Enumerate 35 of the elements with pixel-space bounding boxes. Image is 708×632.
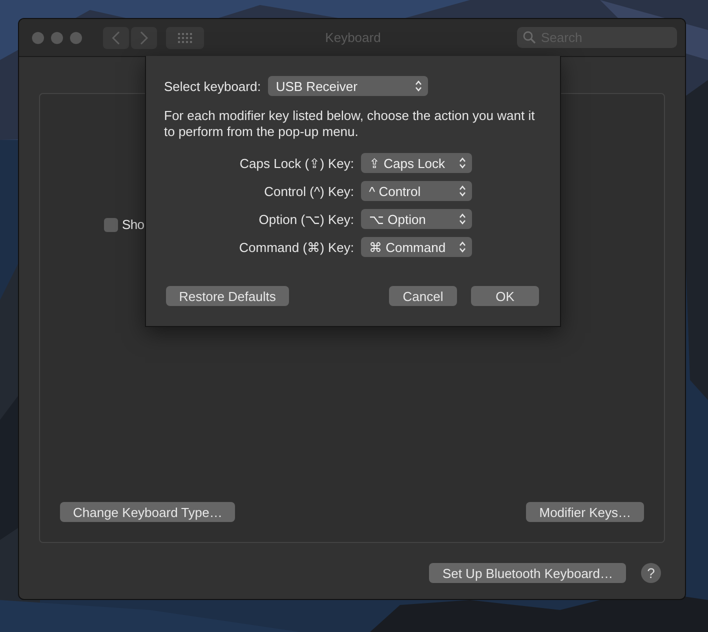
- ok-button[interactable]: OK: [471, 286, 539, 306]
- select-keyboard-label: Select keyboard:: [164, 78, 261, 94]
- modifier-popup[interactable]: ⌘ Command: [361, 237, 472, 257]
- modifier-popup[interactable]: ⇪ Caps Lock: [361, 153, 472, 173]
- grid-icon: [177, 32, 193, 42]
- checkbox-label: Sho: [122, 217, 144, 232]
- modifier-key-label: Control (^) Key:: [263, 184, 354, 198]
- checkbox[interactable]: [104, 218, 118, 232]
- minimize-icon[interactable]: [51, 32, 63, 44]
- up-down-arrows-icon: [459, 157, 466, 169]
- forward-button[interactable]: [131, 26, 157, 48]
- up-down-arrows-icon: [459, 241, 466, 253]
- up-down-arrows-icon: [459, 213, 466, 225]
- close-icon[interactable]: [32, 32, 44, 44]
- help-button[interactable]: ?: [641, 563, 661, 583]
- push-button[interactable]: Change Keyboard Type…: [60, 502, 236, 522]
- instruction-text: For each modifier key listed below, choose the action you want it to perform from the pop-up menu.: [164, 108, 536, 140]
- modifier-key-label: Caps Lock (⇪) Key:: [238, 156, 354, 170]
- show-all-button[interactable]: [166, 26, 204, 48]
- restore-defaults-button[interactable]: Restore Defaults: [166, 286, 289, 306]
- modifier-popup[interactable]: ^ Control: [361, 181, 472, 201]
- modifier-popup[interactable]: ⌥ Option: [361, 209, 472, 229]
- chevron-right-icon: [140, 30, 148, 44]
- back-button[interactable]: [103, 26, 129, 48]
- up-down-arrows-icon: [414, 80, 422, 92]
- push-button[interactable]: Modifier Keys…: [526, 502, 644, 522]
- cancel-button[interactable]: Cancel: [389, 286, 457, 306]
- bluetooth-setup-button[interactable]: Set Up Bluetooth Keyboard…: [429, 563, 626, 583]
- modifier-key-label: Option (⌥) Key:: [258, 212, 354, 226]
- zoom-icon[interactable]: [70, 32, 82, 44]
- keyboard-popup[interactable]: USB Receiver: [268, 76, 428, 96]
- up-down-arrows-icon: [459, 185, 466, 197]
- search-icon: [523, 31, 536, 44]
- chevron-left-icon: [112, 30, 120, 44]
- modifier-key-label: Command (⌘) Key:: [238, 240, 354, 254]
